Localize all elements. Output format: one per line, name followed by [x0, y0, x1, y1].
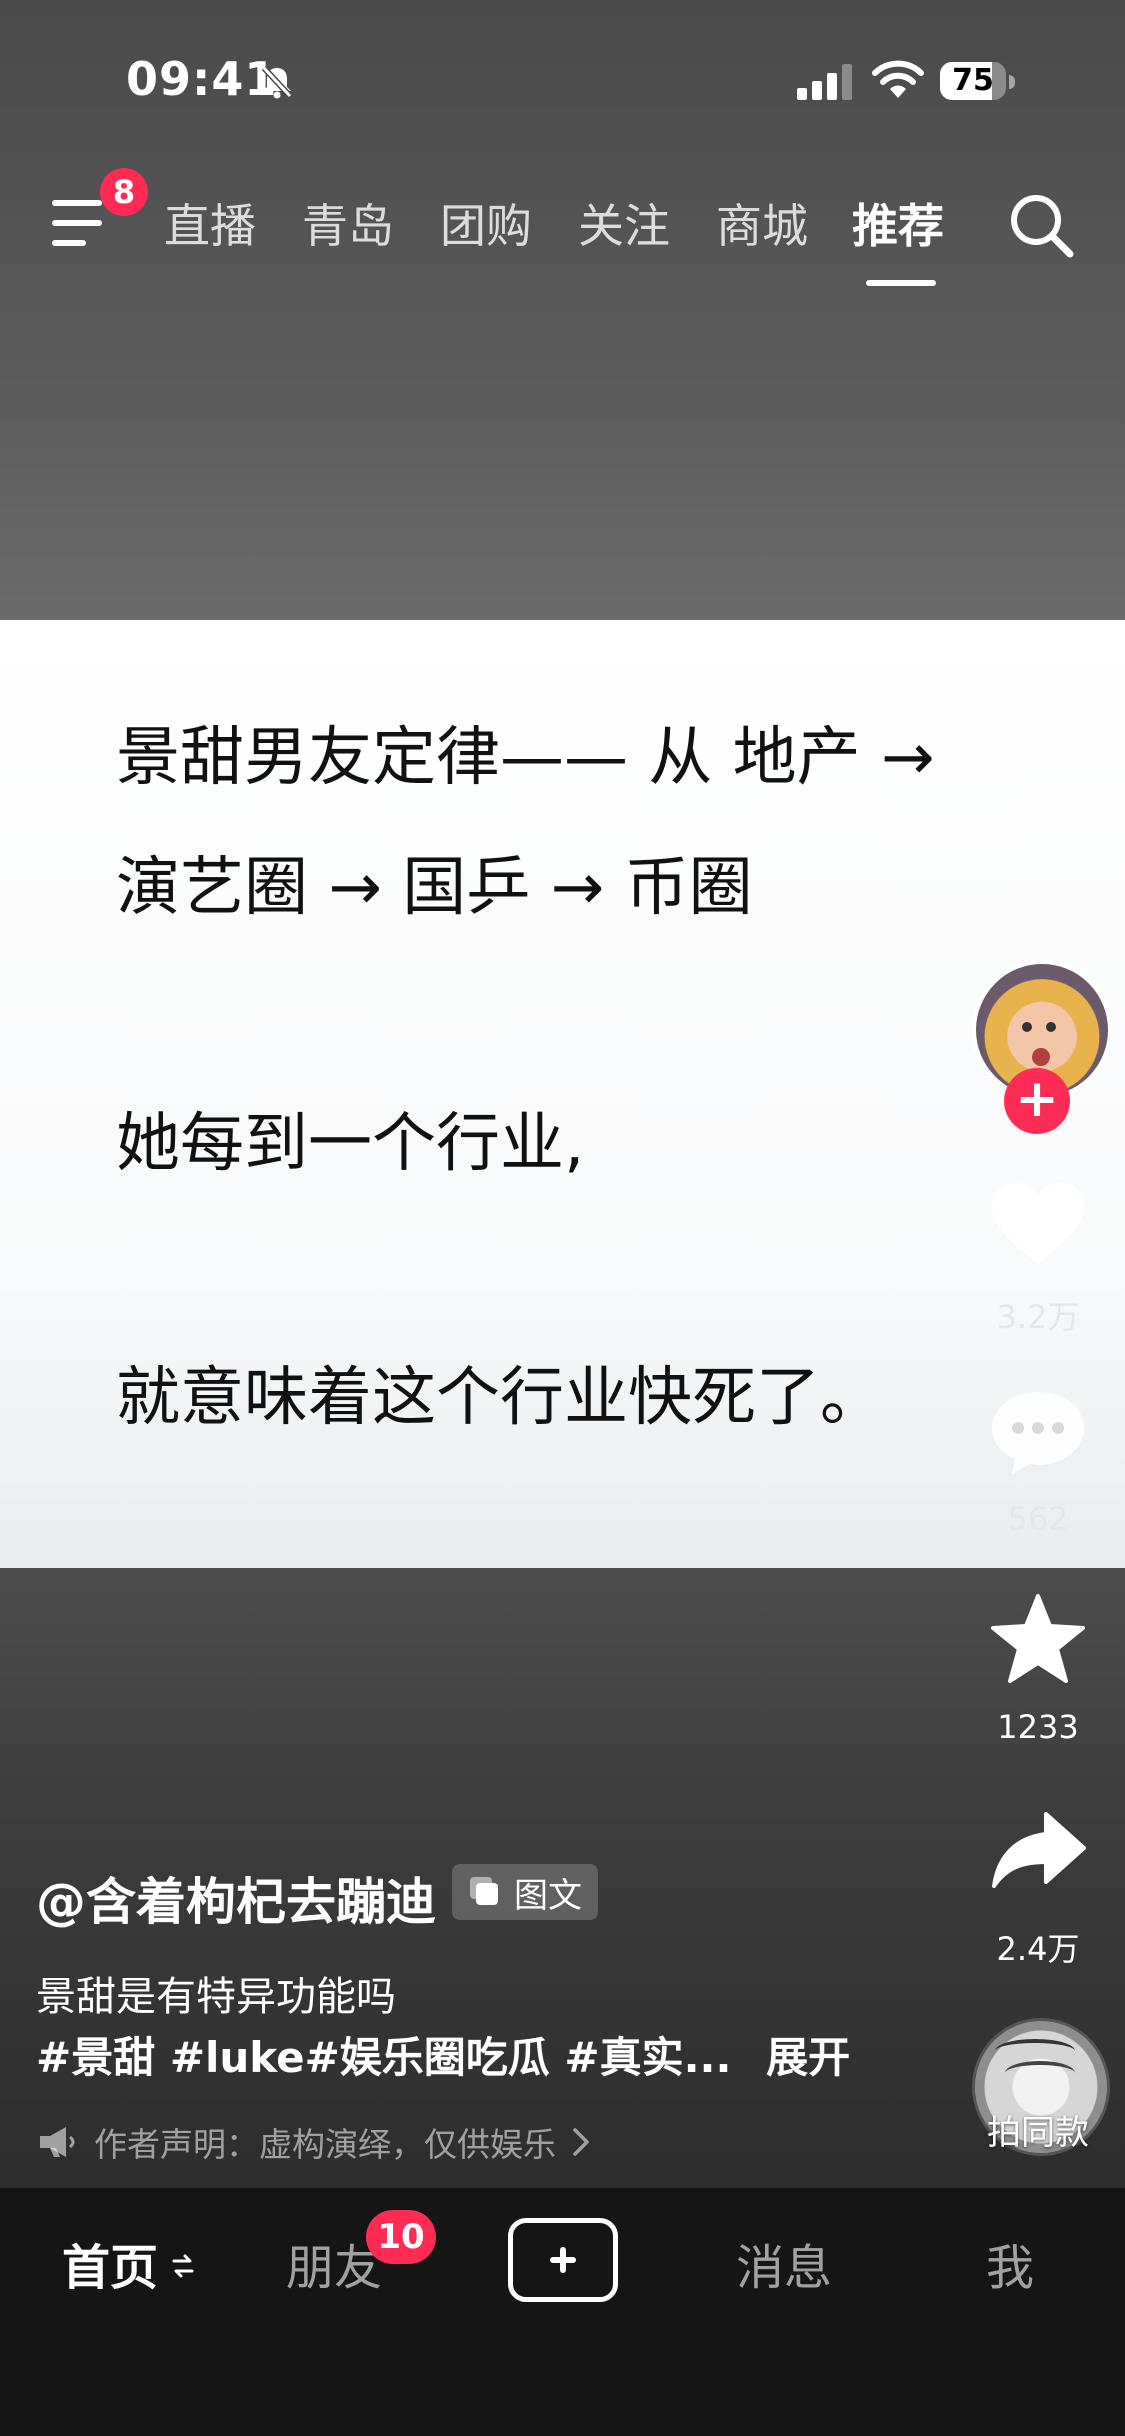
tab-live[interactable]: 直播 [164, 190, 256, 256]
friends-notification-badge: 10 [366, 2210, 436, 2264]
nav-home[interactable]: 首页 [62, 2228, 158, 2298]
megaphone-icon [40, 2127, 75, 2157]
post-type-tag: 图文 [452, 1864, 598, 1920]
image-stack-icon [470, 1877, 500, 1907]
comment-count: 562 [1007, 1500, 1069, 1538]
author-name[interactable]: @含着枸杞去蹦迪 [36, 1862, 436, 1934]
bell-muted-icon [261, 65, 293, 99]
bottom-nav: 首页 朋友 10 消息 我 [0, 2188, 1125, 2436]
tab-mall[interactable]: 商城 [716, 190, 808, 256]
same-style-label[interactable]: 拍同款 [972, 2105, 1104, 2154]
menu-notification-badge: 8 [100, 168, 148, 216]
hashtag-text[interactable]: #景甜 #luke#娱乐圈吃瓜 #真实... [36, 2033, 731, 2082]
favorite-count: 1233 [997, 1708, 1079, 1746]
post-text-line: 就意味着这个行业快死了。 [116, 1361, 884, 1435]
share-count: 2.4万 [996, 1930, 1080, 1968]
like-heart-icon[interactable] [988, 1180, 1088, 1270]
swap-arrows-icon[interactable] [172, 2252, 194, 2280]
comment-icon[interactable] [988, 1388, 1088, 1478]
post-type-label: 图文 [514, 1875, 582, 1916]
share-arrow-icon[interactable] [988, 1808, 1088, 1898]
tab-local[interactable]: 青岛 [302, 190, 394, 256]
tab-following[interactable]: 关注 [578, 190, 670, 256]
nav-messages[interactable]: 消息 [736, 2228, 832, 2298]
cellular-signal-icon [797, 64, 852, 100]
favorite-star-icon[interactable] [988, 1594, 1088, 1684]
battery-level: 75 [952, 63, 994, 98]
expand-link[interactable]: 展开 [766, 2033, 850, 2082]
tab-recommended[interactable]: 推荐 [852, 190, 944, 256]
active-tab-indicator [866, 280, 936, 286]
follow-button[interactable]: + [1004, 1068, 1070, 1134]
create-post-button[interactable] [508, 2218, 618, 2302]
author-disclaimer[interactable]: 作者声明：虚构演绎，仅供娱乐 [38, 2118, 590, 2166]
post-text-line: 演艺圈 → 国乒 → 币圈 [116, 851, 753, 925]
menu-icon[interactable] [52, 198, 108, 248]
like-count: 3.2万 [996, 1298, 1080, 1336]
status-time: 09:41 [126, 52, 278, 106]
chevron-right-icon [573, 2128, 589, 2156]
wifi-icon [872, 60, 924, 98]
tab-group-buy[interactable]: 团购 [440, 190, 532, 256]
nav-me[interactable]: 我 [986, 2228, 1034, 2298]
battery-icon: 75 [940, 62, 1016, 102]
post-caption: 景甜是有特异功能吗 [36, 1974, 396, 2020]
post-hashtags[interactable]: #景甜 #luke#娱乐圈吃瓜 #真实... 展开 [36, 2024, 850, 2085]
post-text-line: 景甜男友定律—— 从 地产 → [116, 721, 935, 795]
post-text-line: 她每到一个行业, [116, 1107, 585, 1181]
disclaimer-text: 作者声明：虚构演绎，仅供娱乐 [94, 2125, 556, 2164]
search-icon[interactable] [1006, 190, 1076, 260]
